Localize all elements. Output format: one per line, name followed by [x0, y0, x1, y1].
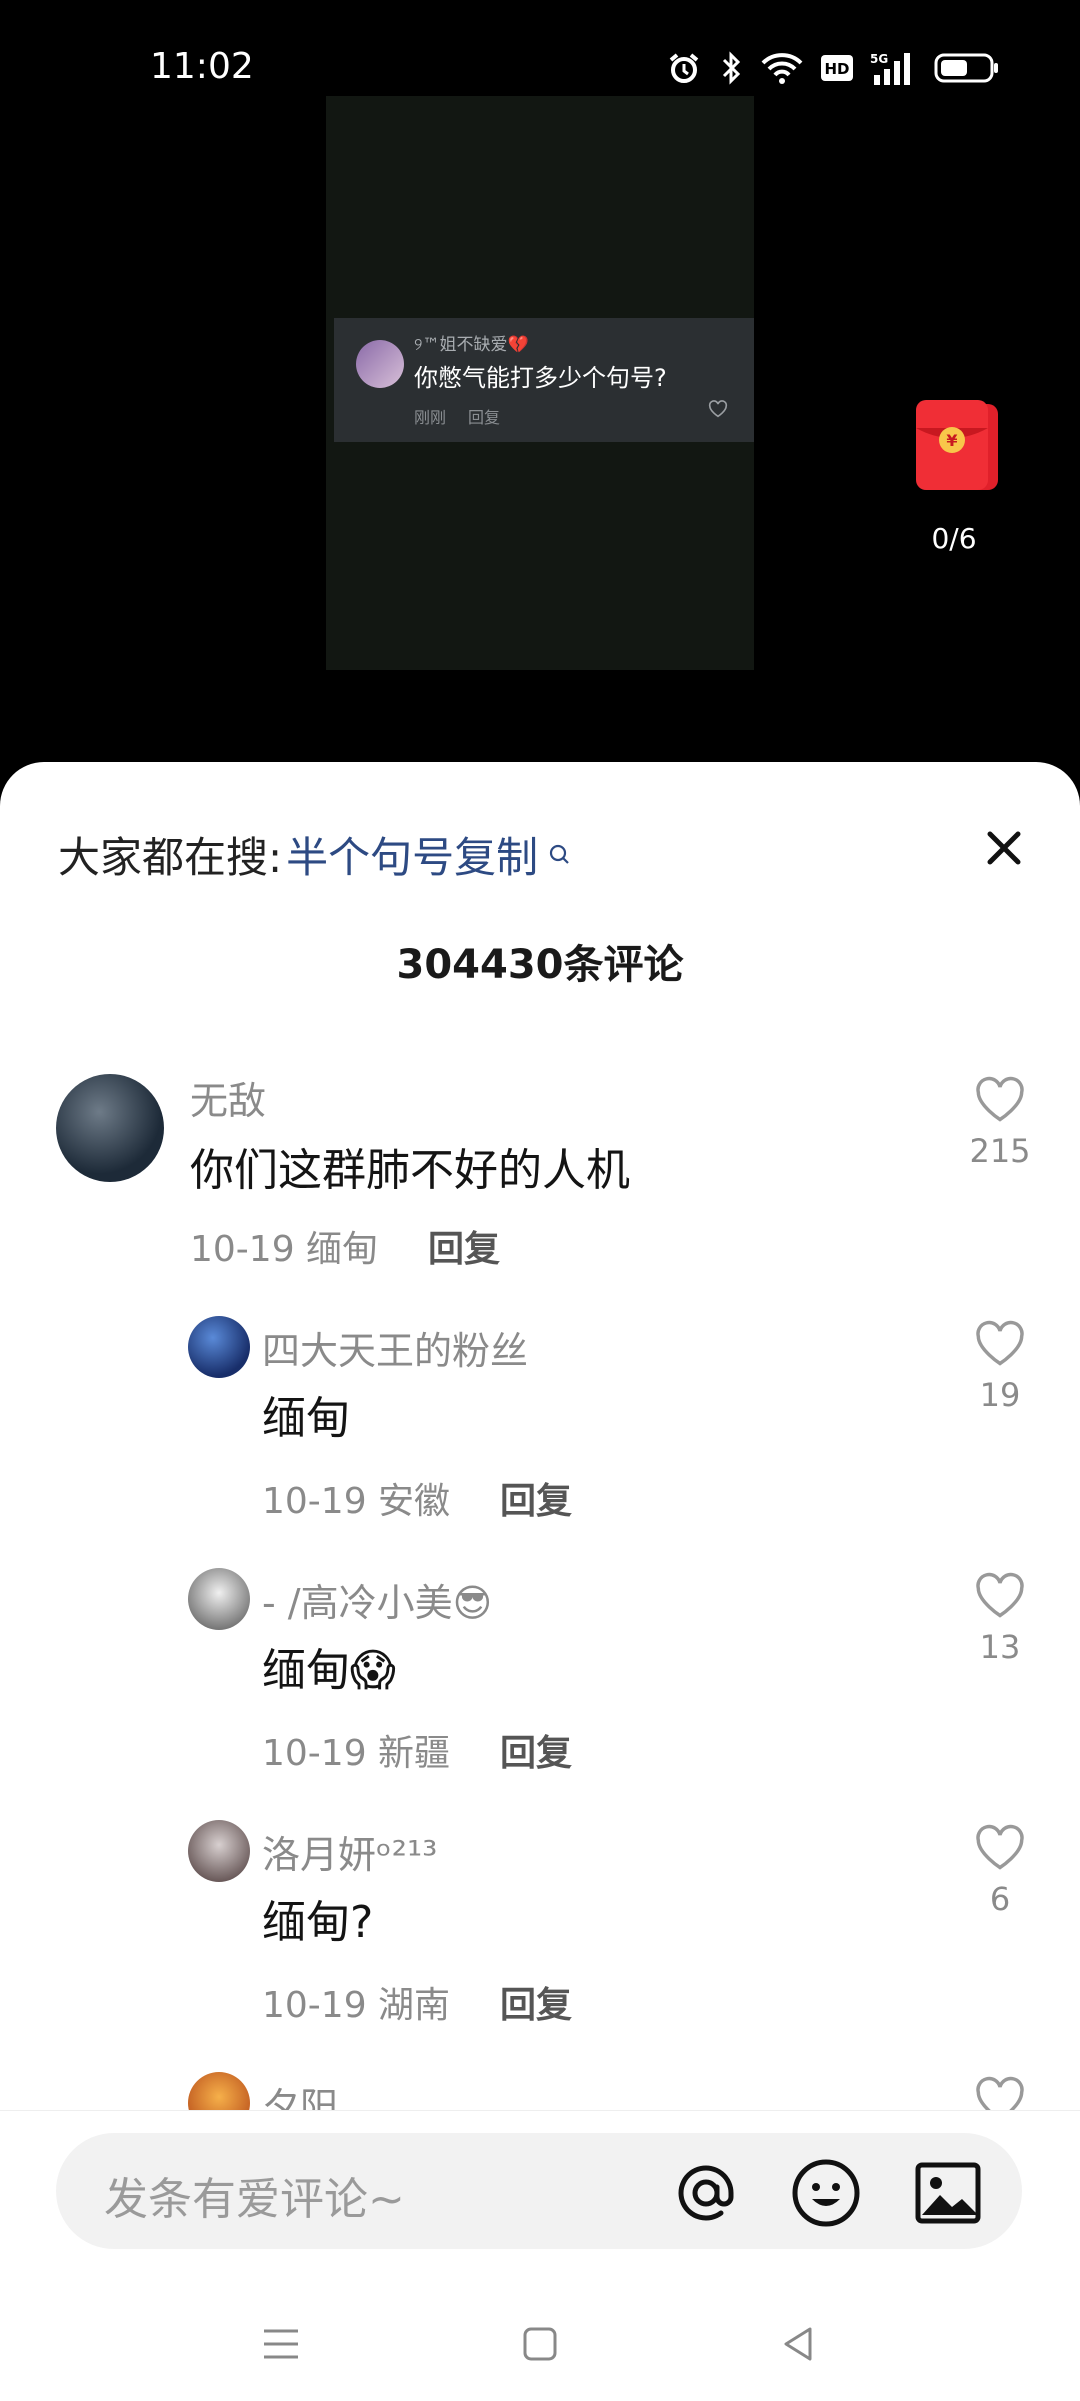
card-meta: 刚刚 回复	[414, 404, 500, 428]
wifi-icon	[761, 53, 803, 84]
card-time: 刚刚	[414, 408, 447, 427]
like-button[interactable]: 19	[960, 1320, 1040, 1414]
comment-text: 缅甸	[262, 1393, 350, 1444]
alarm-icon	[669, 53, 699, 83]
system-nav-bar	[0, 2291, 1080, 2391]
comment-meta: 10-19 安徽	[262, 1481, 451, 1522]
back-icon[interactable]	[774, 2319, 824, 2369]
like-count: 6	[989, 1880, 1011, 1918]
heart-icon[interactable]	[974, 1572, 1026, 1620]
comment-text: 缅甸?	[262, 1897, 374, 1948]
hot-search-prefix: 大家都在搜:	[58, 833, 283, 882]
card-avatar	[356, 340, 404, 388]
comment-text: 缅甸😱	[262, 1645, 396, 1696]
at-icon[interactable]	[670, 2157, 742, 2229]
comment-meta: 10-19 缅甸	[190, 1229, 379, 1270]
avatar[interactable]	[56, 1074, 164, 1182]
like-button[interactable]: 13	[960, 1572, 1040, 1666]
svg-text:¥: ¥	[946, 431, 957, 450]
comment-meta: 10-19 新疆	[262, 1733, 451, 1774]
search-icon[interactable]	[548, 843, 572, 867]
red-packet-icon[interactable]: ¥	[912, 398, 1002, 498]
bluetooth-icon	[722, 51, 741, 85]
reply-button[interactable]: 回复	[500, 1976, 572, 2028]
heart-icon[interactable]	[974, 1320, 1026, 1368]
like-button[interactable]: 6	[960, 1824, 1040, 1918]
like-count: 13	[979, 1628, 1021, 1666]
heart-icon[interactable]	[974, 1076, 1026, 1124]
like-count: 215	[969, 1132, 1031, 1170]
reply-button[interactable]: 回复	[500, 1724, 572, 1776]
like-button[interactable]: 215	[960, 1076, 1040, 1170]
card-username: ୨™姐不缺爱💔	[414, 335, 529, 355]
comment-count: 304430条评论	[396, 942, 684, 988]
avatar[interactable]	[188, 1820, 250, 1882]
avatar[interactable]	[188, 1568, 250, 1630]
avatar[interactable]	[188, 1316, 250, 1378]
comment-meta: 10-19 湖南	[262, 1985, 451, 2026]
menu-icon[interactable]	[256, 2319, 306, 2369]
comment-input[interactable]: 发条有爱评论~	[56, 2133, 1022, 2249]
card-reply: 回复	[468, 408, 501, 427]
video-comment-card: ୨™姐不缺爱💔 你憋气能打多少个句号? 刚刚 回复	[334, 318, 754, 442]
comment-username[interactable]: - /高冷小美😎	[262, 1572, 492, 1627]
heart-icon[interactable]	[974, 1824, 1026, 1872]
red-packet-count: 0/6	[931, 522, 977, 555]
video-area[interactable]: ୨™姐不缺爱💔 你憋气能打多少个句号? 刚刚 回复 ¥ 0/6	[0, 96, 1080, 760]
svg-text:HD: HD	[824, 60, 849, 78]
comment-username[interactable]: 四大天王的粉丝	[262, 1320, 528, 1375]
card-text: 你憋气能打多少个句号?	[414, 364, 667, 392]
comment-text: 你们这群肺不好的人机	[190, 1145, 630, 1196]
home-icon[interactable]	[515, 2319, 565, 2369]
comment-username[interactable]: 洛月妍ᵒ²¹³	[262, 1824, 437, 1879]
comment-input-bar: 发条有爱评论~	[0, 2110, 1080, 2401]
reply-button[interactable]: 回复	[428, 1220, 500, 1272]
comment-username[interactable]: 无敌	[190, 1070, 266, 1125]
image-icon[interactable]	[912, 2157, 984, 2229]
signal-5g-icon: 5G	[870, 52, 910, 85]
reply-button[interactable]: 回复	[500, 1472, 572, 1524]
hd-icon: HD	[821, 55, 853, 81]
svg-text:5G: 5G	[870, 52, 888, 66]
comment-input-placeholder: 发条有爱评论~	[104, 2174, 405, 2225]
battery-icon	[934, 53, 998, 83]
hot-search-link[interactable]: 半个句号复制	[286, 824, 538, 885]
like-count: 19	[979, 1376, 1021, 1414]
heart-icon	[708, 400, 728, 418]
emoji-icon[interactable]	[790, 2157, 862, 2229]
status-icons: HD 5G	[666, 50, 1000, 86]
hot-search-line: 大家都在搜: 半个句号复制	[58, 824, 572, 885]
status-time: 11:02	[150, 46, 254, 87]
close-icon[interactable]	[980, 824, 1028, 872]
